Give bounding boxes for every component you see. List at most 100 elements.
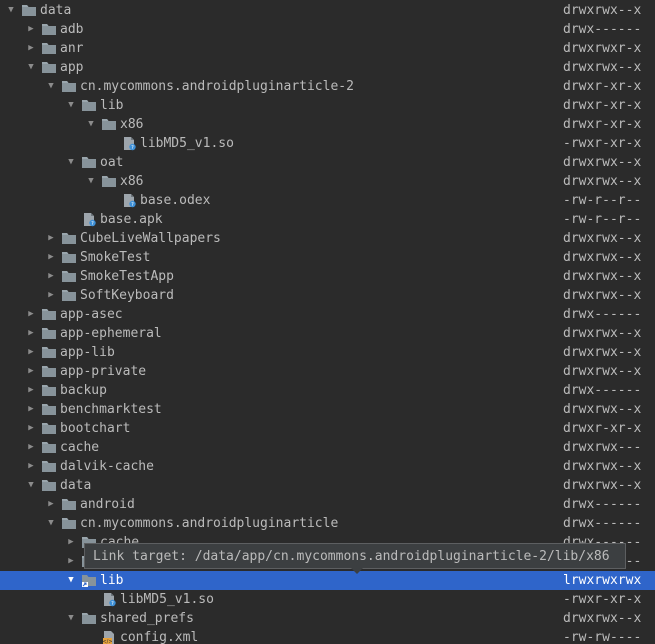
tree-row[interactable]: ▶ app-ephemeral drwxrwx--x [0,324,655,343]
folder-icon [81,153,97,172]
chevron-right-icon[interactable]: ▶ [46,248,56,267]
file-icon: ? [81,210,97,229]
chevron-right-icon[interactable]: ▶ [66,533,76,552]
tree-row-permissions: -rw-rw---- [563,630,642,644]
file-icon: ? [101,590,117,609]
tree-row[interactable]: ▶ benchmarktest drwxrwx--x [0,400,655,419]
tree-row[interactable]: ▶ anr drwxrwxr-x [0,39,655,58]
chevron-right-icon[interactable]: ▶ [46,286,56,305]
tree-row[interactable]: ▶ backup drwx------ [0,381,655,400]
tree-row-permissions: drwxr-xr-x [563,421,642,436]
tree-row[interactable]: ▼ x86 drwxrwx--x [0,172,655,191]
tree-row-permissions: drwxrwx--x [563,231,642,246]
chevron-right-icon[interactable]: ▶ [26,438,36,457]
tree-row[interactable]: ▼ oat drwxrwx--x [0,153,655,172]
tree-row[interactable]: ▼ cn.mycommons.androidpluginarticle drwx--… [0,514,655,533]
chevron-right-icon[interactable]: ▶ [26,400,36,419]
folder-icon [21,1,37,20]
tree-row[interactable]: ▼ shared_prefs drwxrwx--x [0,609,655,628]
folder-icon [41,457,57,476]
tree-row[interactable]: ▼ x86 drwxr-xr-x [0,115,655,134]
tree-row-permissions: drwxr-xr-x [563,117,642,132]
tree-row[interactable]: ▼ app drwxrwx--x [0,58,655,77]
chevron-right-icon[interactable]: ▶ [26,362,36,381]
tree-row[interactable]: ▼ lib drwxr-xr-x [0,96,655,115]
chevron-down-icon[interactable]: ▼ [46,514,56,533]
tree-row-permissions: drwxrwx--x [563,250,642,265]
tree-row[interactable]: ? libMD5_v1.so -rwxr-xr-x [0,590,655,609]
tree-row-name: lib [100,573,124,588]
tree-row-name: data [40,3,72,18]
tree-row[interactable]: ▶ SoftKeyboard drwxrwx--x [0,286,655,305]
tree-row[interactable]: ▼ data drwxrwx--x [0,476,655,495]
tree-row[interactable]: ▶ adb drwx------ [0,20,655,39]
chevron-down-icon[interactable]: ▼ [66,609,76,628]
folder-icon [61,514,77,533]
tree-row-permissions: drwxrwx--- [563,440,642,455]
tree-row-permissions: drwxrwx--x [563,611,642,626]
tree-row-permissions: drwxrwx--x [563,155,642,170]
tree-row-permissions: drwxrwxr-x [563,41,642,56]
tree-row[interactable]: ▶ app-asec drwx------ [0,305,655,324]
tree-row[interactable]: ▶ dalvik-cache drwxrwx--x [0,457,655,476]
tree-row[interactable]: ▶ cache drwxrwx--- [0,438,655,457]
tree-row-permissions: -rw-r--r-- [563,193,642,208]
tree-row[interactable]: ▶ SmokeTestApp drwxrwx--x [0,267,655,286]
folder-icon [81,609,97,628]
chevron-right-icon[interactable]: ▶ [26,457,36,476]
tree-row-permissions: drwxrwx--x [563,402,642,417]
tree-row-name: x86 [120,174,144,189]
tree-row-name: SmokeTest [80,250,151,265]
chevron-right-icon[interactable]: ▶ [26,324,36,343]
tree-row[interactable]: ▶ SmokeTest drwxrwx--x [0,248,655,267]
folder-icon [41,438,57,457]
tree-row-name: cn.mycommons.androidpluginarticle [80,516,339,531]
tree-row[interactable]: ▶ CubeLiveWallpapers drwxrwx--x [0,229,655,248]
tree-row[interactable]: ▼ data drwxrwx--x [0,1,655,20]
folder-icon [41,381,57,400]
chevron-down-icon[interactable]: ▼ [66,96,76,115]
tree-row-name: anr [60,41,84,56]
folder-icon [101,115,117,134]
chevron-right-icon[interactable]: ▶ [46,495,56,514]
chevron-down-icon[interactable]: ▼ [26,476,36,495]
tree-row-permissions: drwxr-xr-x [563,98,642,113]
tree-row[interactable]: ▶ app-lib drwxrwx--x [0,343,655,362]
chevron-right-icon[interactable]: ▶ [26,305,36,324]
tree-row[interactable]: ? libMD5_v1.so -rwxr-xr-x [0,134,655,153]
chevron-down-icon[interactable]: ▼ [6,1,16,20]
chevron-down-icon[interactable]: ▼ [26,58,36,77]
folder-icon [41,343,57,362]
chevron-right-icon[interactable]: ▶ [46,267,56,286]
tree-row[interactable]: </> config.xml -rw-rw---- [0,628,655,644]
chevron-right-icon[interactable]: ▶ [26,20,36,39]
chevron-down-icon[interactable]: ▼ [86,172,96,191]
tree-row-name: app-lib [60,345,115,360]
chevron-down-icon[interactable]: ▼ [66,571,76,590]
tree-row[interactable]: ▶ android drwx------ [0,495,655,514]
tree-row[interactable]: ▶ app-private drwxrwx--x [0,362,655,381]
tree-row[interactable]: ▼ cn.mycommons.androidpluginarticle-2 drwx… [0,77,655,96]
chevron-right-icon[interactable]: ▶ [26,343,36,362]
tree-row[interactable]: ▼ lib lrwxrwxrwx [0,571,655,590]
chevron-down-icon[interactable]: ▼ [46,77,56,96]
tree-row[interactable]: ? base.odex -rw-r--r-- [0,191,655,210]
tree-row-name: backup [60,383,107,398]
tree-row[interactable]: ? base.apk -rw-r--r-- [0,210,655,229]
chevron-right-icon[interactable]: ▶ [26,419,36,438]
folder-icon [61,495,77,514]
tree-row-name: oat [100,155,124,170]
chevron-right-icon[interactable]: ▶ [46,229,56,248]
tree-row[interactable]: ▶ bootchart drwxr-xr-x [0,419,655,438]
chevron-right-icon[interactable]: ▶ [26,381,36,400]
chevron-down-icon[interactable]: ▼ [66,153,76,172]
svg-text:?: ? [131,145,134,151]
chevron-right-icon[interactable]: ▶ [66,552,76,571]
tree-row-name: cn.mycommons.androidpluginarticle-2 [80,79,354,94]
tree-row-permissions: drwxrwx--x [563,326,642,341]
tree-row-name: app-ephemeral [60,326,162,341]
file-icon: ? [121,134,137,153]
chevron-down-icon[interactable]: ▼ [86,115,96,134]
chevron-right-icon[interactable]: ▶ [26,39,36,58]
tree-row-name: base.odex [140,193,211,208]
